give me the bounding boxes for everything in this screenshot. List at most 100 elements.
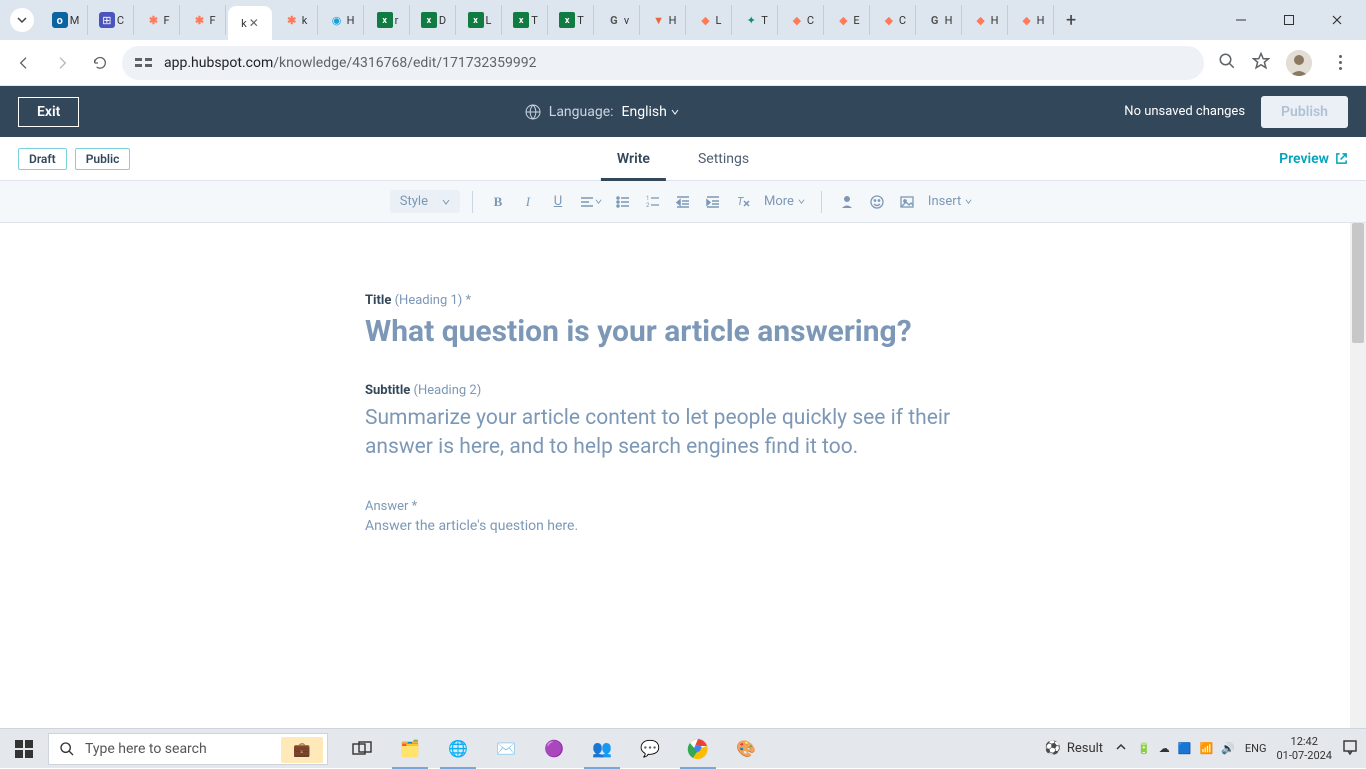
exit-button[interactable]: Exit — [18, 97, 79, 127]
tabs-overflow-button[interactable] — [10, 8, 34, 32]
browser-tab[interactable]: ✱F — [136, 5, 180, 35]
app-icon: ▼ — [651, 12, 667, 28]
teams-icon[interactable]: 👥 — [578, 729, 626, 769]
browser-tab[interactable]: xr — [366, 5, 410, 35]
browser-tab[interactable]: ✦T — [734, 5, 778, 35]
svg-text:T: T — [737, 195, 744, 208]
task-view-button[interactable] — [338, 729, 386, 769]
browser-tab-active[interactable]: k ✕ — [228, 6, 272, 40]
separator — [821, 191, 822, 213]
taskbar-search[interactable]: Type here to search 💼 — [48, 733, 328, 765]
browser-tab[interactable]: ◆C — [780, 5, 824, 35]
tray-expand-icon[interactable] — [1113, 739, 1129, 758]
more-button[interactable]: More — [760, 189, 809, 215]
bold-button[interactable]: B — [485, 189, 511, 215]
whatsapp-icon[interactable]: 💬 — [626, 729, 674, 769]
browser-menu-button[interactable] — [1328, 55, 1352, 70]
tab-letter: D — [439, 14, 446, 27]
number-list-button[interactable]: 12 — [640, 189, 666, 215]
globe-icon — [525, 104, 541, 120]
status-badge-draft[interactable]: Draft — [18, 148, 67, 170]
paint-icon[interactable]: 🎨 — [722, 729, 770, 769]
browser-tab[interactable]: ◆E — [826, 5, 870, 35]
language-indicator[interactable]: ENG — [1245, 742, 1267, 755]
indent-button[interactable] — [700, 189, 726, 215]
publish-button[interactable]: Publish — [1261, 96, 1348, 128]
subtitle-input[interactable]: Summarize your article content to let pe… — [365, 404, 985, 463]
subtitle-label: Subtitle — [365, 383, 410, 398]
status-badge-public[interactable]: Public — [75, 148, 131, 170]
browser-tab[interactable]: ▼H — [642, 5, 686, 35]
tab-letter: E — [853, 14, 859, 27]
browser-tab[interactable]: xT — [504, 5, 548, 35]
browser-tab[interactable]: xT — [550, 5, 594, 35]
browser-tab[interactable]: Gv — [596, 5, 640, 35]
browser-tab[interactable]: xL — [458, 5, 502, 35]
scrollbar-thumb[interactable] — [1352, 223, 1364, 343]
onedrive-icon[interactable]: ☁ — [1159, 742, 1170, 755]
edge-icon[interactable]: 🌐 — [434, 729, 482, 769]
browser-tab[interactable]: xD — [412, 5, 456, 35]
window-maximize-button[interactable] — [1266, 5, 1312, 35]
browser-tab[interactable]: ✱k — [274, 5, 318, 35]
zoom-icon[interactable] — [1218, 52, 1236, 74]
notifications-icon[interactable] — [1342, 739, 1358, 758]
window-minimize-button[interactable] — [1218, 5, 1264, 35]
explorer-icon[interactable]: 🗂️ — [386, 729, 434, 769]
outdent-button[interactable] — [670, 189, 696, 215]
tray-app-icon[interactable]: 🟦 — [1178, 742, 1192, 755]
italic-button[interactable]: I — [515, 189, 541, 215]
language-select[interactable]: English — [622, 104, 679, 120]
address-bar[interactable]: app.hubspot.com/knowledge/4316768/edit/1… — [122, 46, 1204, 80]
tab-letter: k — [241, 17, 247, 30]
personalize-button[interactable] — [834, 189, 860, 215]
volume-icon[interactable]: 🔊 — [1221, 742, 1235, 755]
vertical-scrollbar[interactable] — [1350, 223, 1366, 728]
title-input[interactable]: What question is your article answering? — [365, 314, 1065, 349]
browser-tab[interactable]: ◉H — [320, 5, 364, 35]
language-label: Language: — [549, 104, 614, 120]
site-info-icon[interactable] — [134, 54, 154, 72]
new-tab-button[interactable]: + — [1056, 10, 1086, 31]
hubspot-icon: ◆ — [698, 12, 714, 28]
start-button[interactable] — [0, 729, 48, 769]
browser-tab[interactable]: ◆H — [1010, 5, 1054, 35]
battery-icon[interactable]: 🔋 — [1137, 742, 1151, 755]
insert-button[interactable]: Insert — [924, 189, 976, 215]
emoji-button[interactable] — [864, 189, 890, 215]
copilot-icon[interactable]: 🟣 — [530, 729, 578, 769]
browser-tab[interactable]: ⊞C — [90, 5, 134, 35]
close-icon[interactable]: ✕ — [249, 16, 259, 30]
underline-button[interactable]: U — [545, 189, 571, 215]
clock[interactable]: 12:42 01-07-2024 — [1276, 735, 1332, 761]
search-placeholder: Type here to search — [85, 741, 207, 757]
chevron-down-icon — [595, 198, 602, 205]
preview-label: Preview — [1279, 151, 1329, 167]
answer-input[interactable]: Answer the article's question here. — [365, 518, 1065, 534]
browser-tab[interactable]: ◆C — [872, 5, 916, 35]
bookmark-icon[interactable] — [1252, 52, 1270, 74]
bullet-list-button[interactable] — [610, 189, 636, 215]
browser-tab[interactable]: ◆H — [964, 5, 1008, 35]
tray-result[interactable]: ⚽ Result — [1045, 741, 1103, 756]
chevron-down-icon — [798, 198, 805, 205]
tab-write[interactable]: Write — [613, 137, 654, 180]
browser-tab[interactable]: GH — [918, 5, 962, 35]
chrome-icon[interactable] — [674, 729, 722, 769]
wifi-icon[interactable]: 📶 — [1199, 742, 1213, 755]
tab-settings[interactable]: Settings — [694, 137, 753, 180]
align-button[interactable] — [575, 189, 606, 215]
forward-button[interactable] — [46, 47, 78, 79]
style-dropdown[interactable]: Style — [390, 190, 460, 213]
image-button[interactable] — [894, 189, 920, 215]
browser-tab[interactable]: ✱F — [182, 5, 226, 35]
mail-icon[interactable]: ✉️ — [482, 729, 530, 769]
browser-tab[interactable]: ◆L — [688, 5, 732, 35]
window-close-button[interactable] — [1314, 5, 1360, 35]
back-button[interactable] — [8, 47, 40, 79]
reload-button[interactable] — [84, 47, 116, 79]
browser-tab[interactable]: oM — [44, 5, 88, 35]
profile-avatar[interactable] — [1286, 50, 1312, 76]
clear-format-button[interactable]: T — [730, 189, 756, 215]
preview-link[interactable]: Preview — [1279, 151, 1348, 167]
